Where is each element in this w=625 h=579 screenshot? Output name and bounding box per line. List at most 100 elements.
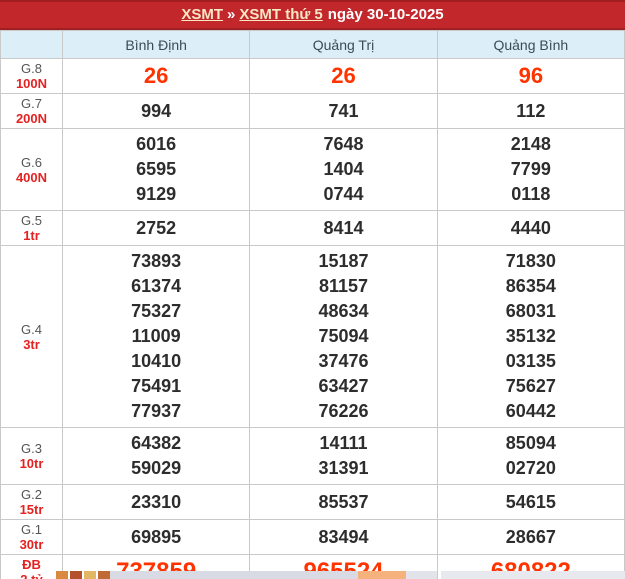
prize-number: 75327 xyxy=(131,301,182,321)
prize-value-cell: 2752 xyxy=(61,210,251,246)
prize-number: 96 xyxy=(518,63,544,88)
prize-id: G.4 xyxy=(21,321,42,337)
prize-number: 0118 xyxy=(511,184,551,204)
prize-value-cell: 71830 86354 68031 35132 03135 75627 60442 xyxy=(436,245,625,428)
xsmt-day-link[interactable]: XSMT thứ 5 xyxy=(239,6,322,23)
prize-number: 9129 xyxy=(136,184,177,204)
prize-value-cell: 14111 31391 xyxy=(249,427,438,485)
prize-number: 15187 xyxy=(318,251,369,271)
prize-value-cell: 83494 xyxy=(249,519,438,555)
prize-row: G.7 200N 994 741 112 xyxy=(0,93,625,129)
column-header-quang-tri: Quảng Trị xyxy=(249,30,438,59)
prize-label-cell: G.5 1tr xyxy=(0,210,63,246)
prize-amount: 400N xyxy=(15,169,48,185)
prize-label-cell: G.1 30tr xyxy=(0,519,63,555)
prize-number: 0744 xyxy=(323,184,364,204)
prize-row: G.1 30tr 69895 83494 28667 xyxy=(0,519,625,555)
prize-value-cell: 85094 02720 xyxy=(436,427,625,485)
prize-number: 75094 xyxy=(318,326,369,346)
prize-value-cell: 4440 xyxy=(436,210,625,246)
prize-number: 741 xyxy=(328,100,359,121)
prize-id: G.5 xyxy=(21,213,42,228)
prize-number: 02720 xyxy=(505,458,556,478)
prize-number: 4440 xyxy=(510,217,551,238)
prize-value-cell: 26 xyxy=(249,58,438,94)
prize-row: G.2 15tr 23310 85537 54615 xyxy=(0,484,625,520)
prize-id: G.6 xyxy=(21,154,42,170)
prize-value-cell: 994 xyxy=(61,93,251,129)
prize-id: G.3 xyxy=(21,441,42,456)
prize-number: 37476 xyxy=(318,351,369,371)
prize-label-cell: G.2 15tr xyxy=(0,484,63,520)
prize-id: G.1 xyxy=(21,522,42,537)
prize-value-cell: 7648 1404 0744 xyxy=(249,128,438,211)
prize-number: 680822 xyxy=(490,558,571,579)
prize-number: 81157 xyxy=(318,276,369,296)
prize-number: 6595 xyxy=(136,159,177,179)
prize-value-cell: 6016 6595 9129 xyxy=(61,128,251,211)
prize-number: 28667 xyxy=(505,526,556,547)
prize-number: 60442 xyxy=(505,401,556,421)
prize-number: 85094 xyxy=(505,433,556,453)
prize-number: 71830 xyxy=(505,251,556,271)
prize-number: 77937 xyxy=(131,401,182,421)
title-bar: XSMT» XSMT thứ 5 ngày 30-10-2025 xyxy=(0,0,625,30)
prize-row: G.3 10tr 64382 59029 14111 31391 85094 02720 xyxy=(0,427,625,485)
prize-number: 10410 xyxy=(131,351,182,371)
corner-cell xyxy=(0,30,63,59)
xsmt-link[interactable]: XSMT xyxy=(181,6,223,23)
prize-number: 75627 xyxy=(505,376,556,396)
prize-value-cell: 737859 xyxy=(61,554,251,579)
prize-rows: G.8 100N 26 26 96 G.7 200N 994 741 112 G.6 400N 6016… xyxy=(0,58,625,579)
table-header-row: Bình Định Quảng Trị Quảng Bình xyxy=(0,30,625,59)
prize-value-cell: 112 xyxy=(436,93,625,129)
prize-id: ĐB xyxy=(22,557,41,572)
prize-number: 83494 xyxy=(318,526,369,547)
column-header-quang-binh: Quảng Bình xyxy=(436,30,625,59)
prize-label-cell: G.3 10tr xyxy=(0,427,63,485)
prize-number: 48634 xyxy=(318,301,369,321)
prize-value-cell: 96 xyxy=(436,58,625,94)
title-separator: » xyxy=(227,6,236,23)
prize-number: 75491 xyxy=(131,376,182,396)
lottery-results-page: XSMT» XSMT thứ 5 ngày 30-10-2025 Bình Định… xyxy=(0,0,625,579)
prize-label-cell: G.4 3tr xyxy=(0,245,63,428)
prize-value-cell: 28667 xyxy=(436,519,625,555)
prize-value-cell: 8414 xyxy=(249,210,438,246)
prize-amount: 200N xyxy=(15,111,48,126)
prize-value-cell: 26 xyxy=(61,58,251,94)
prize-number: 26 xyxy=(143,63,169,88)
prize-number: 2752 xyxy=(136,217,177,238)
prize-value-cell: 85537 xyxy=(249,484,438,520)
prize-number: 61374 xyxy=(131,276,182,296)
prize-amount: 3tr xyxy=(23,336,40,352)
prize-number: 76226 xyxy=(318,401,369,421)
prize-row: ĐB2 tỷ 737859 965524 680822 xyxy=(0,554,625,579)
prize-value-cell: 2148 7799 0118 xyxy=(436,128,625,211)
prize-id: G.2 xyxy=(21,487,42,502)
prize-amount: 2 tỷ xyxy=(1,572,62,579)
prize-row: G.5 1tr 2752 8414 4440 xyxy=(0,210,625,246)
prize-id: G.8 xyxy=(21,61,42,76)
prize-value-cell: 54615 xyxy=(436,484,625,520)
column-header-binh-dinh: Bình Định xyxy=(61,30,251,59)
prize-number: 14111 xyxy=(319,433,368,453)
prize-label-cell: ĐB2 tỷ xyxy=(0,554,63,579)
prize-number: 737859 xyxy=(116,558,197,579)
prize-value-cell: 680822 xyxy=(436,554,625,579)
prize-label-cell: G.7 200N xyxy=(0,93,63,129)
prize-number: 8414 xyxy=(323,217,364,238)
prize-value-cell: 23310 xyxy=(61,484,251,520)
prize-number: 2148 xyxy=(510,134,551,154)
prize-row: G.6 400N 6016 6595 9129 7648 1404 0744 2148 7799 0… xyxy=(0,128,625,211)
prize-number: 23310 xyxy=(131,491,182,512)
prize-amount: 10tr xyxy=(19,456,44,471)
title-date: ngày 30-10-2025 xyxy=(327,6,444,23)
prize-id: G.7 xyxy=(21,96,42,111)
prize-number: 59029 xyxy=(131,458,182,478)
prize-label-cell: G.8 100N xyxy=(0,58,63,94)
prize-amount: 30tr xyxy=(19,537,44,552)
prize-number: 54615 xyxy=(505,491,556,512)
prize-number: 11009 xyxy=(131,326,181,346)
prize-number: 31391 xyxy=(318,458,369,478)
